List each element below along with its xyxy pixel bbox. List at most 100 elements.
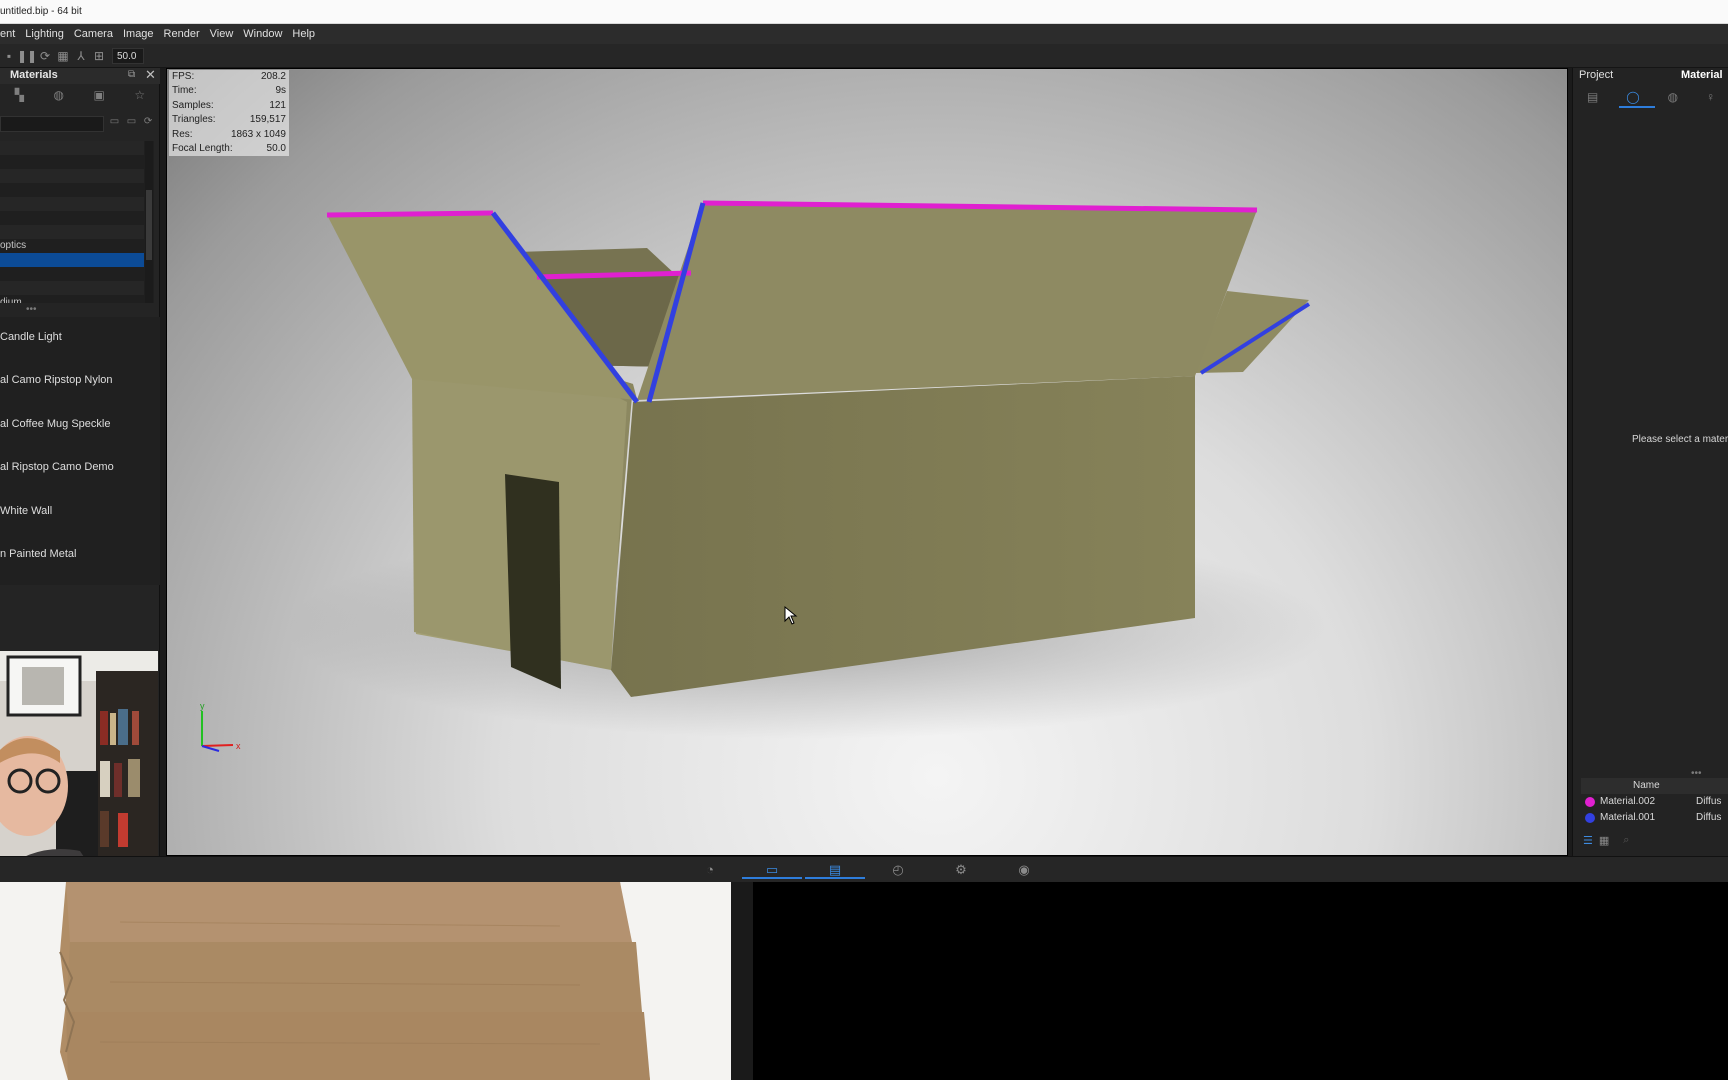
focal-length-field[interactable]: 50.0 xyxy=(112,47,144,64)
stat-samples: Samples: 121 xyxy=(172,99,286,111)
materials-category-tree: optics dium xyxy=(0,141,154,303)
tree-row[interactable] xyxy=(0,211,144,225)
toolbar: ▪ ❚❚ ⟳ ▦ ⅄ ⊞ 50.0 xyxy=(0,44,1728,68)
menu-item-view[interactable]: View xyxy=(210,24,234,44)
select-material-hint: Please select a materia xyxy=(1632,434,1728,445)
materials-search-input[interactable] xyxy=(0,116,104,132)
list-item[interactable]: al Coffee Mug Speckle xyxy=(0,404,158,444)
materials-list: Candle Light al Camo Ripstop Nylon al Co… xyxy=(0,317,160,585)
stat-triangles: Triangles: 159,517 xyxy=(172,114,286,126)
active-tab-indicator xyxy=(1619,106,1655,108)
reload-icon[interactable]: ⟳ xyxy=(144,116,152,132)
table-row[interactable]: Material.001 Diffus xyxy=(1581,810,1728,826)
refresh-icon[interactable]: ⟳ xyxy=(36,47,54,65)
axis-x-label: x xyxy=(236,741,241,751)
open-book-icon[interactable]: ▭ xyxy=(742,861,802,879)
tree-row-selected[interactable] xyxy=(0,253,144,267)
focal-length-icon[interactable]: ⊞ xyxy=(90,47,108,65)
menu-bar: ent Lighting Camera Image Render View Wi… xyxy=(0,24,1728,44)
tree-row[interactable] xyxy=(0,281,144,295)
material-color-swatch xyxy=(1585,813,1595,823)
menu-item-window[interactable]: Window xyxy=(243,24,282,44)
window-title: untitled.bip - 64 bit xyxy=(0,6,82,17)
table-row[interactable]: Material.002 Diffus xyxy=(1581,794,1728,810)
stat-time: Time: 9s xyxy=(172,85,286,97)
box-door xyxy=(505,474,561,689)
table-footer: ☰ ▦ ⌕ xyxy=(1581,832,1728,848)
menu-item-help[interactable]: Help xyxy=(292,24,315,44)
region-icon[interactable]: ▦ xyxy=(54,47,72,65)
stop-icon[interactable]: ▪ xyxy=(0,47,18,65)
tree-scrollbar-thumb[interactable] xyxy=(146,190,152,260)
tree-row[interactable] xyxy=(0,267,144,281)
folder-add-icon[interactable]: ▭ xyxy=(127,116,136,132)
grid-view-icon[interactable]: ▦ xyxy=(1599,834,1609,847)
materials-panel-title: Materials xyxy=(10,69,58,81)
box-flap-front xyxy=(637,203,1257,400)
preview-icon[interactable]: ◔ xyxy=(680,861,740,879)
table-header: Name xyxy=(1581,778,1728,794)
environment-globe-icon[interactable]: ◍ xyxy=(1668,90,1678,104)
materials-panel: Materials ⧉ ✕ ▚ ◍ ▣ ☆ ▭ ▭ ⟳ optics dium … xyxy=(0,67,160,909)
scene-materials-table: Name Material.002 Diffus Material.001 Di… xyxy=(1581,778,1728,826)
stat-fps: FPS: 208.2 xyxy=(172,71,286,82)
list-view-icon[interactable]: ☰ xyxy=(1583,834,1593,847)
menu-item-render[interactable]: Render xyxy=(164,24,200,44)
tree-row[interactable]: dium xyxy=(0,295,144,303)
panel-divider[interactable] xyxy=(731,882,753,1080)
light-bulb-icon[interactable]: ♀ xyxy=(1706,90,1715,104)
column-name[interactable]: Name xyxy=(1633,780,1660,791)
tree-row[interactable]: optics xyxy=(0,239,144,253)
tree-row[interactable] xyxy=(0,197,144,211)
axis-x-line xyxy=(201,744,234,747)
history-icon[interactable]: ◴ xyxy=(868,861,928,879)
tree-row[interactable] xyxy=(0,141,144,155)
tree-row[interactable] xyxy=(0,169,144,183)
cardboard-reference-image xyxy=(0,882,731,1080)
axis-z-line xyxy=(201,745,220,752)
menu-item-camera[interactable]: Camera xyxy=(74,24,113,44)
menu-item-lighting[interactable]: Lighting xyxy=(25,24,64,44)
list-item[interactable]: Candle Light xyxy=(0,317,158,357)
material-color-swatch xyxy=(1585,797,1595,807)
layout-icon[interactable]: ▤ xyxy=(805,861,865,879)
material-tab[interactable]: Material xyxy=(1681,69,1723,81)
list-item[interactable]: al Ripstop Camo Demo xyxy=(0,447,158,487)
render-settings-icon[interactable]: ⚙ xyxy=(931,861,991,879)
magenta-edge-left xyxy=(326,210,494,218)
render-scene: y x xyxy=(200,200,1327,752)
globe-icon[interactable]: ◍ xyxy=(54,88,64,102)
image-icon[interactable]: ▣ xyxy=(94,88,105,102)
project-tab[interactable]: Project xyxy=(1579,69,1613,81)
secondary-preview xyxy=(753,882,1728,1080)
close-icon[interactable]: ✕ xyxy=(145,67,156,83)
float-panel-icon[interactable]: ⧉ xyxy=(128,69,135,80)
material-grid-icon[interactable]: ▚ xyxy=(15,88,24,102)
properties-tab-icons: ▤ ◯ ◍ ♀ xyxy=(1573,86,1728,108)
list-item[interactable]: White Wall xyxy=(0,491,158,531)
materials-tabs: ▚ ◍ ▣ ☆ xyxy=(0,84,160,106)
stat-focal-length: Focal Length: 50.0 xyxy=(172,142,286,154)
open-folder-icon[interactable]: ▭ xyxy=(110,116,119,132)
properties-panel: Project Material ▤ ◯ ◍ ♀ Please select a… xyxy=(1572,68,1728,856)
bottom-toolbar: ◔ ▭ ▤ ◴ ⚙ ◉ xyxy=(0,856,1728,882)
splitter-handle[interactable]: ••• xyxy=(26,304,37,315)
stat-resolution: Res: 1863 x 1049 xyxy=(172,128,286,140)
pause-icon[interactable]: ❚❚ xyxy=(17,47,37,65)
menu-item-ent[interactable]: ent xyxy=(0,24,15,44)
favorites-star-icon[interactable]: ☆ xyxy=(134,88,145,102)
tree-row[interactable] xyxy=(0,225,144,239)
camera-icon[interactable]: ◉ xyxy=(994,861,1054,879)
webcam-overlay xyxy=(0,651,158,881)
document-icon[interactable]: ▤ xyxy=(1587,90,1598,104)
list-item[interactable]: n Painted Metal xyxy=(0,534,158,574)
axis-y-label: y xyxy=(200,701,205,711)
tree-row[interactable] xyxy=(0,155,144,169)
material-ball-icon[interactable]: ◯ xyxy=(1626,90,1639,104)
render-viewport[interactable]: y x FPS: 208.2 Time: 9s Samples: 121 Triang… xyxy=(166,68,1568,856)
pivot-icon[interactable]: ⅄ xyxy=(72,47,90,65)
zoom-icon[interactable]: ⌕ xyxy=(1623,834,1629,847)
list-item[interactable]: al Camo Ripstop Nylon xyxy=(0,360,158,400)
tree-row[interactable] xyxy=(0,183,144,197)
menu-item-image[interactable]: Image xyxy=(123,24,154,44)
